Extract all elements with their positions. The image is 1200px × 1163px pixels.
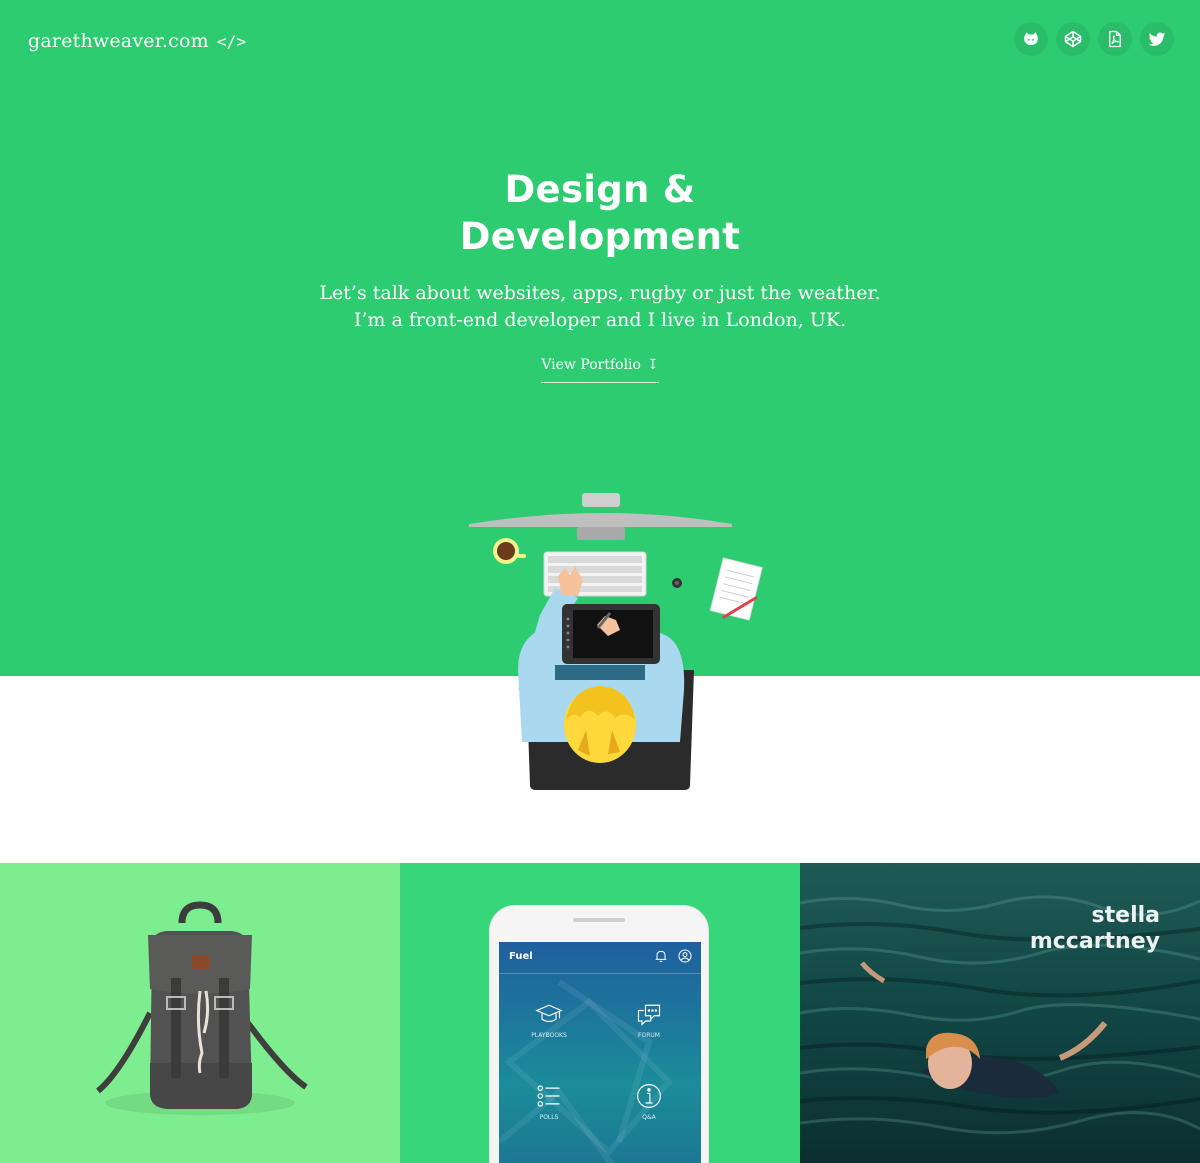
chat-bubbles-icon	[637, 1004, 661, 1026]
app-screen: Fuel PLAYBOOKS FORUM POLLS Q&A	[499, 942, 701, 1163]
keyboard-image	[543, 551, 647, 597]
stella-mccartney-logo: stella mccartney	[1030, 903, 1160, 955]
code-icon: </>	[216, 31, 247, 51]
view-portfolio-link[interactable]: View Portfolio ↧	[541, 357, 659, 383]
user-icon[interactable]	[677, 948, 693, 964]
menu-label-qa: Q&A	[642, 1114, 656, 1121]
brand-link[interactable]: garethweaver.com </>	[28, 30, 246, 52]
list-icon	[537, 1085, 560, 1107]
pdf-link[interactable]	[1098, 22, 1132, 56]
menu-label-playbooks: PLAYBOOKS	[531, 1032, 567, 1039]
menu-item-qa[interactable]: Q&A	[609, 1082, 689, 1121]
phone-speaker	[573, 918, 625, 922]
app-header: Fuel	[499, 942, 701, 974]
bell-icon[interactable]	[653, 948, 669, 964]
info-icon	[637, 1084, 661, 1108]
portfolio-item-stella-mccartney[interactable]: stella mccartney	[800, 863, 1200, 1163]
github-icon	[1024, 32, 1038, 45]
monitor-image	[469, 493, 732, 540]
phone-mockup: Fuel PLAYBOOKS FORUM POLLS Q&A	[489, 905, 709, 1163]
portfolio-item-fuel-app[interactable]: Fuel PLAYBOOKS FORUM POLLS Q&A	[400, 863, 800, 1163]
intro-line-2: I’m a front-end developer and I live in …	[353, 309, 847, 331]
menu-label-polls: POLLS	[539, 1114, 559, 1121]
twitter-link[interactable]	[1140, 22, 1174, 56]
intro-line-1: Let’s talk about websites, apps, rugby o…	[319, 282, 881, 304]
menu-item-playbooks[interactable]: PLAYBOOKS	[509, 1000, 589, 1039]
intro-text: Let’s talk about websites, apps, rugby o…	[0, 280, 1200, 334]
title-line-1: Design &	[504, 168, 696, 211]
menu-item-forum[interactable]: FORUM	[609, 1000, 689, 1039]
portfolio-item-backpack[interactable]	[0, 863, 400, 1163]
title-line-2: Development	[459, 215, 741, 258]
desk-illustration	[469, 493, 763, 790]
notepad-image	[709, 557, 763, 621]
app-title: Fuel	[509, 951, 533, 962]
pdf-icon	[1109, 30, 1121, 48]
view-portfolio-label: View Portfolio	[541, 357, 641, 373]
backpack-image	[96, 901, 308, 1115]
menu-label-forum: FORUM	[638, 1032, 660, 1039]
menu-item-polls[interactable]: POLLS	[509, 1082, 589, 1121]
stella-line-2: mccartney	[1029, 929, 1160, 954]
github-link[interactable]	[1014, 22, 1048, 56]
arrow-down-icon: ↧	[646, 357, 659, 373]
screen-pattern	[499, 979, 674, 1163]
stella-line-1: stella	[1091, 903, 1160, 928]
page-title: Design & Development	[0, 166, 1200, 260]
codepen-icon	[1064, 30, 1082, 48]
graduation-cap-icon	[535, 1004, 563, 1023]
social-links	[1014, 22, 1174, 56]
brand-name: garethweaver.com	[28, 30, 209, 52]
twitter-icon	[1148, 32, 1166, 46]
coffee-cup-image	[493, 538, 526, 564]
codepen-link[interactable]	[1056, 22, 1090, 56]
